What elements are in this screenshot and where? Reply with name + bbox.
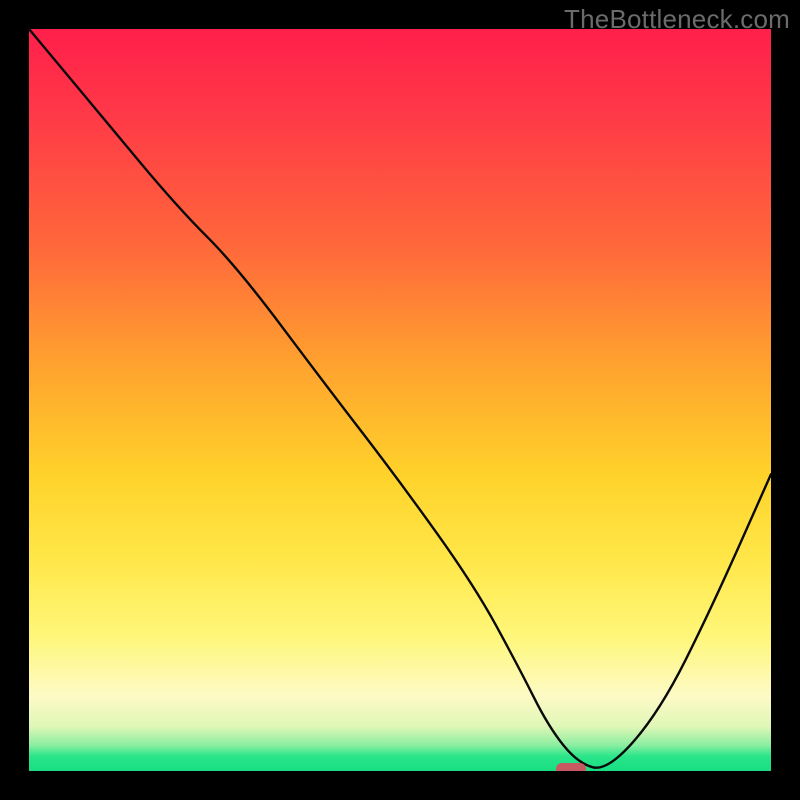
watermark-text: TheBottleneck.com xyxy=(564,4,790,35)
optimum-marker xyxy=(556,763,586,771)
chart-stage: TheBottleneck.com xyxy=(0,0,800,800)
plot-area xyxy=(29,29,771,771)
bottleneck-curve xyxy=(29,29,771,771)
